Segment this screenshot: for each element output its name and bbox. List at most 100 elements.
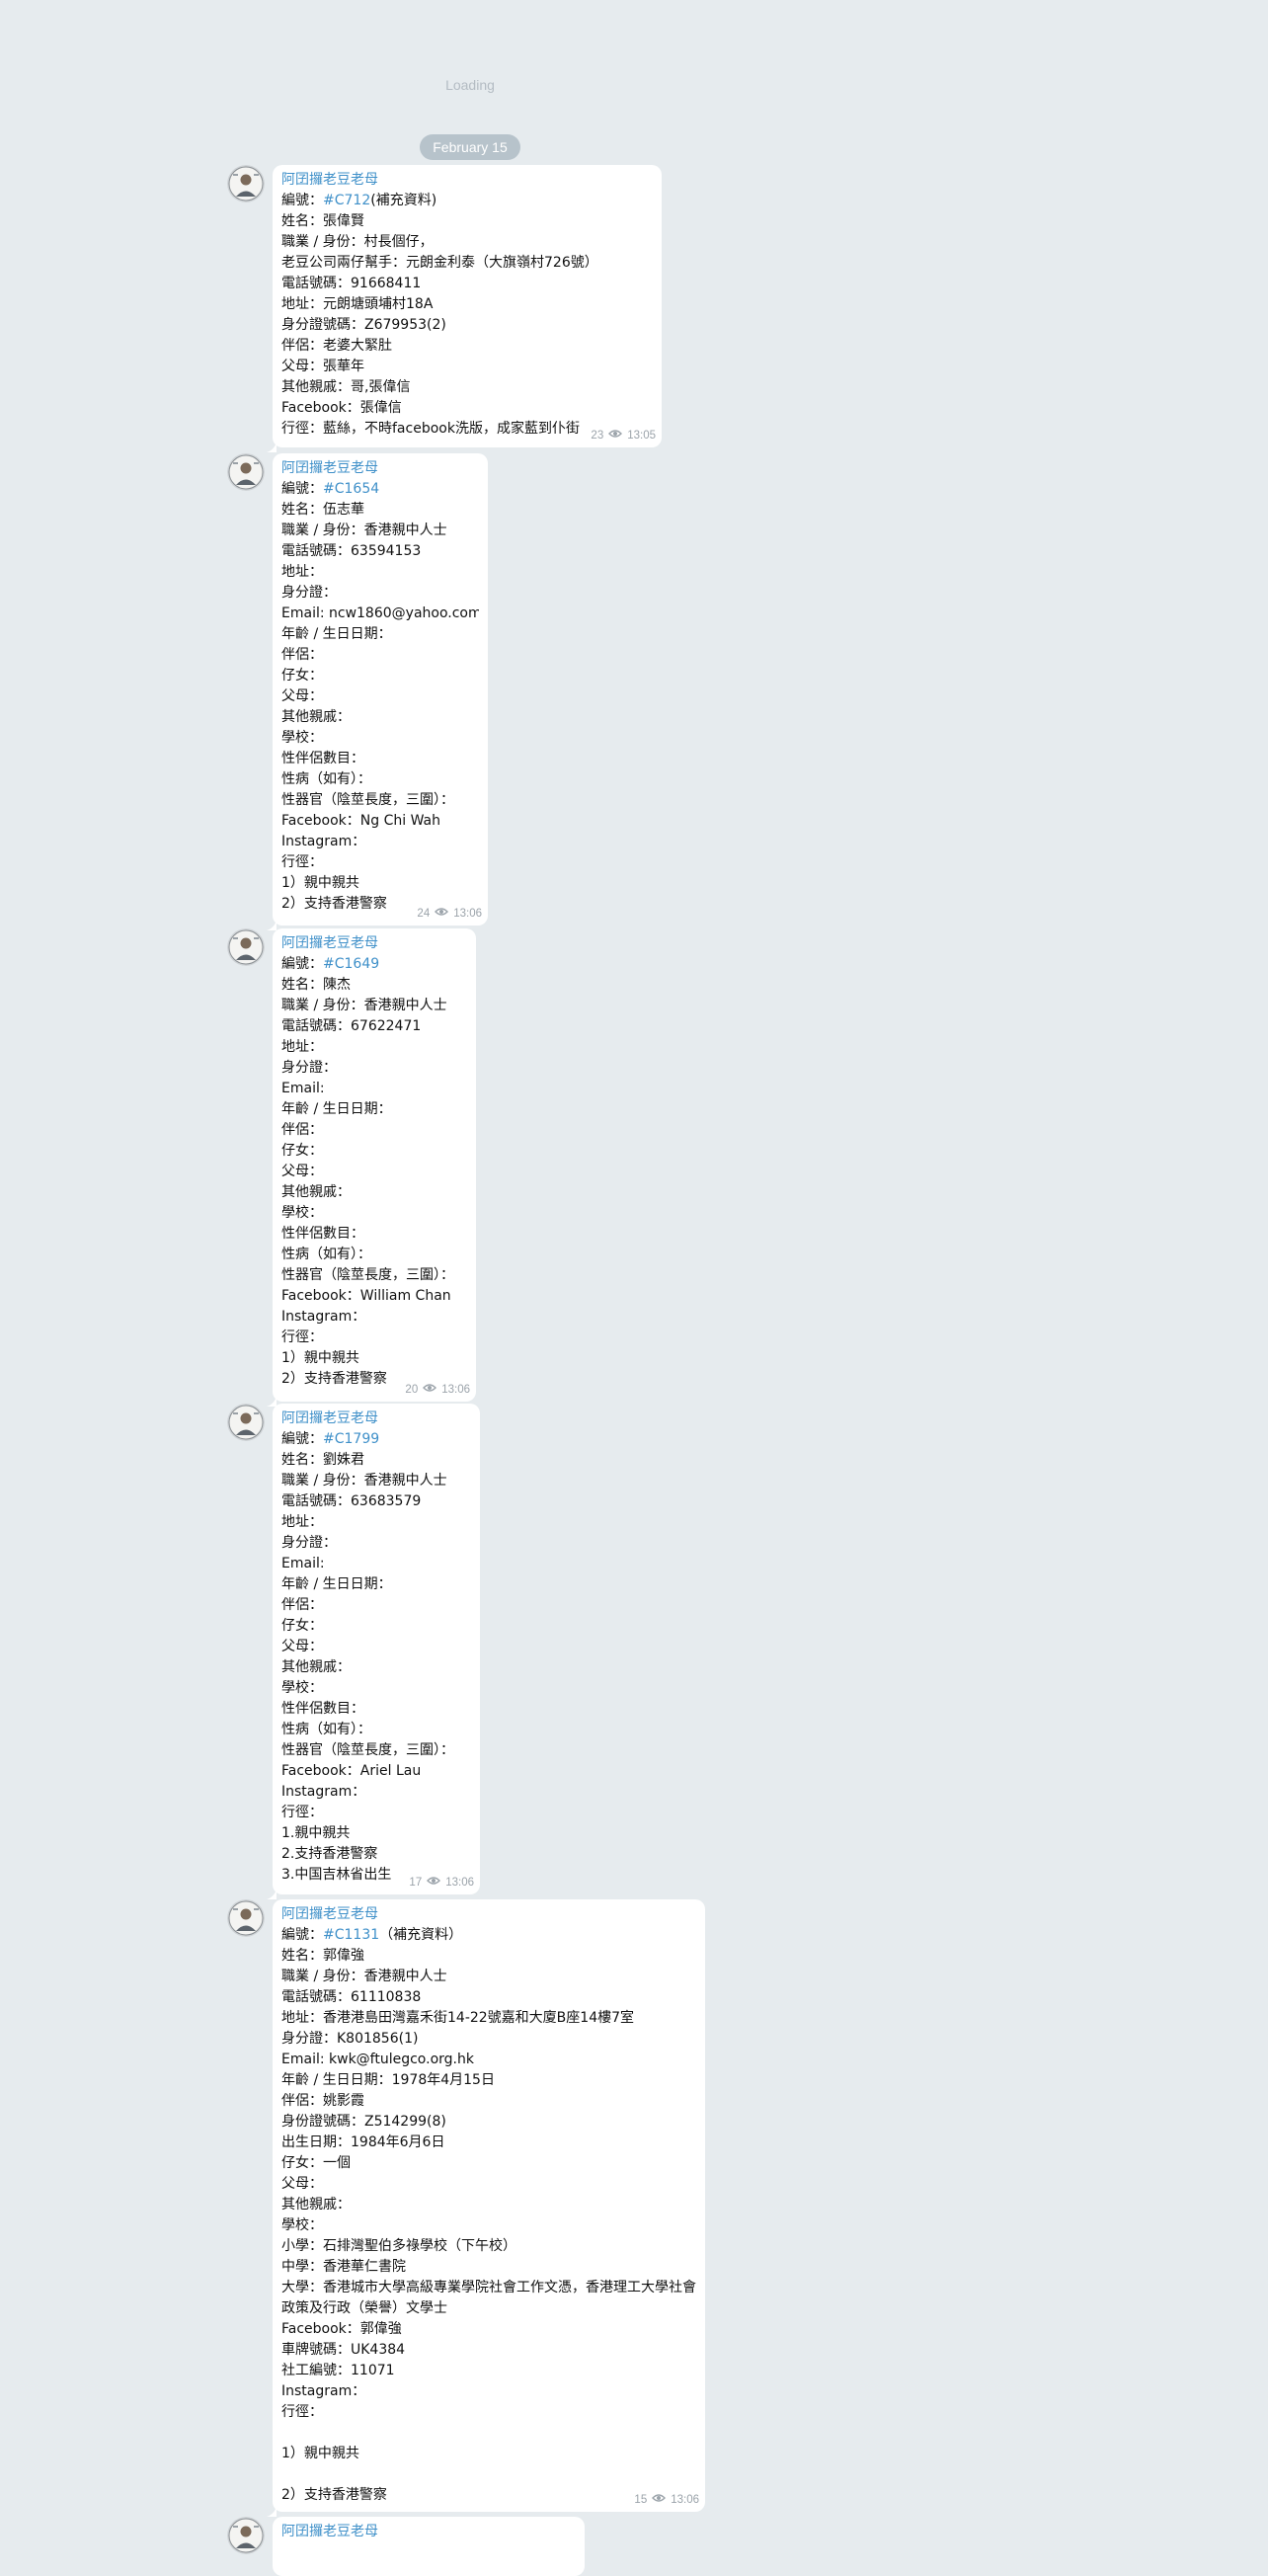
message-author[interactable]: 阿囝攞老豆老母 <box>281 1408 471 1429</box>
message-line: 職業 / 身份：香港親中人士 <box>281 523 447 538</box>
view-count: 20 <box>405 1383 419 1396</box>
message-line: 姓名：伍志華 <box>281 502 364 518</box>
message-line: 性病（如有）： <box>281 1722 371 1737</box>
view-count: 15 <box>634 2493 648 2506</box>
message-line <box>281 2423 696 2444</box>
hashtag-link[interactable]: #C1649 <box>323 956 379 972</box>
message-author[interactable]: 阿囝攞老豆老母 <box>281 932 467 954</box>
view-count: 24 <box>417 907 431 920</box>
channel-avatar[interactable] <box>227 2517 265 2554</box>
message-line: 伴侶：老婆大緊肚 <box>281 338 392 354</box>
message-line: 性伴侶數目： <box>281 751 364 766</box>
message-line: 地址：元朗塘頭埔村18A <box>281 296 434 312</box>
message-line: Email: <box>281 1556 325 1571</box>
message-bubble[interactable]: 阿囝攞老豆老母 編號：#C1131（補充資料） 姓名：郭偉強 職業 / 身份：香港親中… <box>273 1899 705 2512</box>
message-author[interactable]: 阿囝攞老豆老母 <box>281 169 653 191</box>
message-line: 老豆公司兩仔幫手：元朗金利泰（大旗嶺村726號） <box>281 255 598 271</box>
message-line: 姓名：郭偉強 <box>281 1948 364 1964</box>
message-line: Facebook：張偉信 <box>281 400 402 416</box>
message-line: 2.支持香港警察 <box>281 1846 378 1862</box>
date-divider: February 15 <box>420 134 520 160</box>
message-line: 年齡 / 生日日期： <box>281 1576 392 1592</box>
message-line: Facebook：William Chan <box>281 1288 451 1304</box>
message-line: Email: ncw1860@yahoo.com.hk <box>281 605 479 621</box>
message-line: 小學：石排灣聖伯多祿學校（下午校） <box>281 2238 516 2254</box>
message-line: 身分證： <box>281 1060 337 1076</box>
bubble-tail <box>267 1885 277 1899</box>
message-line: 地址： <box>281 1514 323 1530</box>
message-line: 其他親戚： <box>281 1184 351 1200</box>
message-bubble[interactable]: 阿囝攞老豆老母 編號：#C1799 姓名：劉姝君 職業 / 身份：香港親中人士 電話號碼… <box>273 1404 480 1894</box>
message-author[interactable]: 阿囝攞老豆老母 <box>281 457 479 479</box>
hashtag-link[interactable]: #C1799 <box>323 1431 379 1447</box>
message-line: Instagram： <box>281 2383 366 2399</box>
message-line: Instagram： <box>281 1309 366 1325</box>
message-line: 1）親中親共 <box>281 1350 359 1366</box>
message-line: 行徑： <box>281 1805 323 1820</box>
message-line: 社工編號：11071 <box>281 2363 395 2378</box>
message-line: 性伴侶數目： <box>281 1701 364 1717</box>
message-line <box>281 2464 696 2485</box>
message-author[interactable]: 阿囝攞老豆老母 <box>281 1903 696 1925</box>
message-line: 年齡 / 生日日期：1978年4月15日 <box>281 2072 495 2088</box>
message-bubble[interactable]: 阿囝攞老豆老母 編號：#C1654 姓名：伍志華職業 / 身份：香港親中人士 電話號碼… <box>273 453 488 926</box>
message-line: Email: <box>281 1081 325 1096</box>
bubble-tail <box>267 438 277 452</box>
channel-avatar[interactable] <box>227 1404 265 1441</box>
message-line: 伴侶：姚影霞 <box>281 2093 364 2109</box>
hashtag-link[interactable]: #C712 <box>323 193 370 208</box>
message-line: 學校： <box>281 1205 323 1221</box>
message-line: 編號：#C1654 <box>281 479 479 500</box>
message-line: 編號：#C712(補充資料) <box>281 191 653 211</box>
message-line: 編號：#C1649 <box>281 954 467 975</box>
message-line: 地址： <box>281 1039 323 1055</box>
eye-icon <box>423 1383 437 1396</box>
message-line: Facebook：郭偉強 <box>281 2321 402 2337</box>
message-line: 身分證號碼：Z679953(2) <box>281 317 446 333</box>
message-line: 年齡 / 生日日期： <box>281 1101 392 1117</box>
hashtag-link[interactable]: #C1654 <box>323 481 379 497</box>
message-line: 身分證： <box>281 1535 337 1551</box>
message-line: 性器官（陰莖長度，三圍）： <box>281 1742 454 1758</box>
bubble-tail <box>267 916 277 930</box>
message-line: 仔女： <box>281 1143 323 1159</box>
message-time: 13:05 <box>627 429 656 442</box>
view-count: 17 <box>409 1876 423 1889</box>
message-line: 父母： <box>281 2176 323 2192</box>
bubble-tail <box>267 1392 277 1407</box>
message-line: 1.親中親共 <box>281 1825 351 1841</box>
message-line: 姓名：劉姝君 <box>281 1452 364 1468</box>
channel-avatar[interactable] <box>227 453 265 491</box>
hashtag-link[interactable]: #C1131 <box>323 1927 379 1943</box>
message-bubble[interactable]: 阿囝攞老豆老母 編號：#C712(補充資料) 姓名：張偉賢職業 / 身份：村長個仔，… <box>273 165 662 447</box>
message-meta: 17 13:06 <box>405 1876 474 1889</box>
message-line: 地址： <box>281 564 323 580</box>
message-line: 伴侶： <box>281 647 323 663</box>
message-line: 編號：#C1799 <box>281 1429 471 1450</box>
message-line: 性伴侶數目： <box>281 1226 364 1242</box>
message-line: 學校： <box>281 2217 323 2233</box>
message-line: 職業 / 身份：村長個仔， <box>281 234 434 250</box>
message-author[interactable]: 阿囝攞老豆老母 <box>281 2521 576 2542</box>
message-line: 姓名：張偉賢 <box>281 213 364 229</box>
message-line: 年齡 / 生日日期： <box>281 626 392 642</box>
message-line: 職業 / 身份：香港親中人士 <box>281 1969 447 1984</box>
message-bubble[interactable]: 阿囝攞老豆老母 <box>273 2517 585 2576</box>
message-line: 1）親中親共 <box>281 875 359 891</box>
eye-icon <box>435 907 449 920</box>
message-line: 電話號碼：67622471 <box>281 1018 422 1034</box>
message-line: Instagram： <box>281 834 366 849</box>
message-line: 父母： <box>281 688 323 704</box>
message-line: 父母： <box>281 1639 323 1654</box>
channel-avatar[interactable] <box>227 928 265 966</box>
message-line: 其他親戚： <box>281 2197 351 2213</box>
message-line: Instagram： <box>281 1784 366 1800</box>
message-line: Email: kwk@ftulegco.org.hk <box>281 2052 474 2067</box>
channel-avatar[interactable] <box>227 165 265 202</box>
message-line: 行徑： <box>281 2404 323 2420</box>
bubble-tail <box>267 2502 277 2517</box>
message-bubble[interactable]: 阿囝攞老豆老母 編號：#C1649 姓名：陳杰 職業 / 身份：香港親中人士 電話號碼：… <box>273 928 476 1402</box>
message-line: 電話號碼：63594153 <box>281 543 422 559</box>
message-line: 中學：香港華仁書院 <box>281 2259 406 2275</box>
channel-avatar[interactable] <box>227 1899 265 1937</box>
